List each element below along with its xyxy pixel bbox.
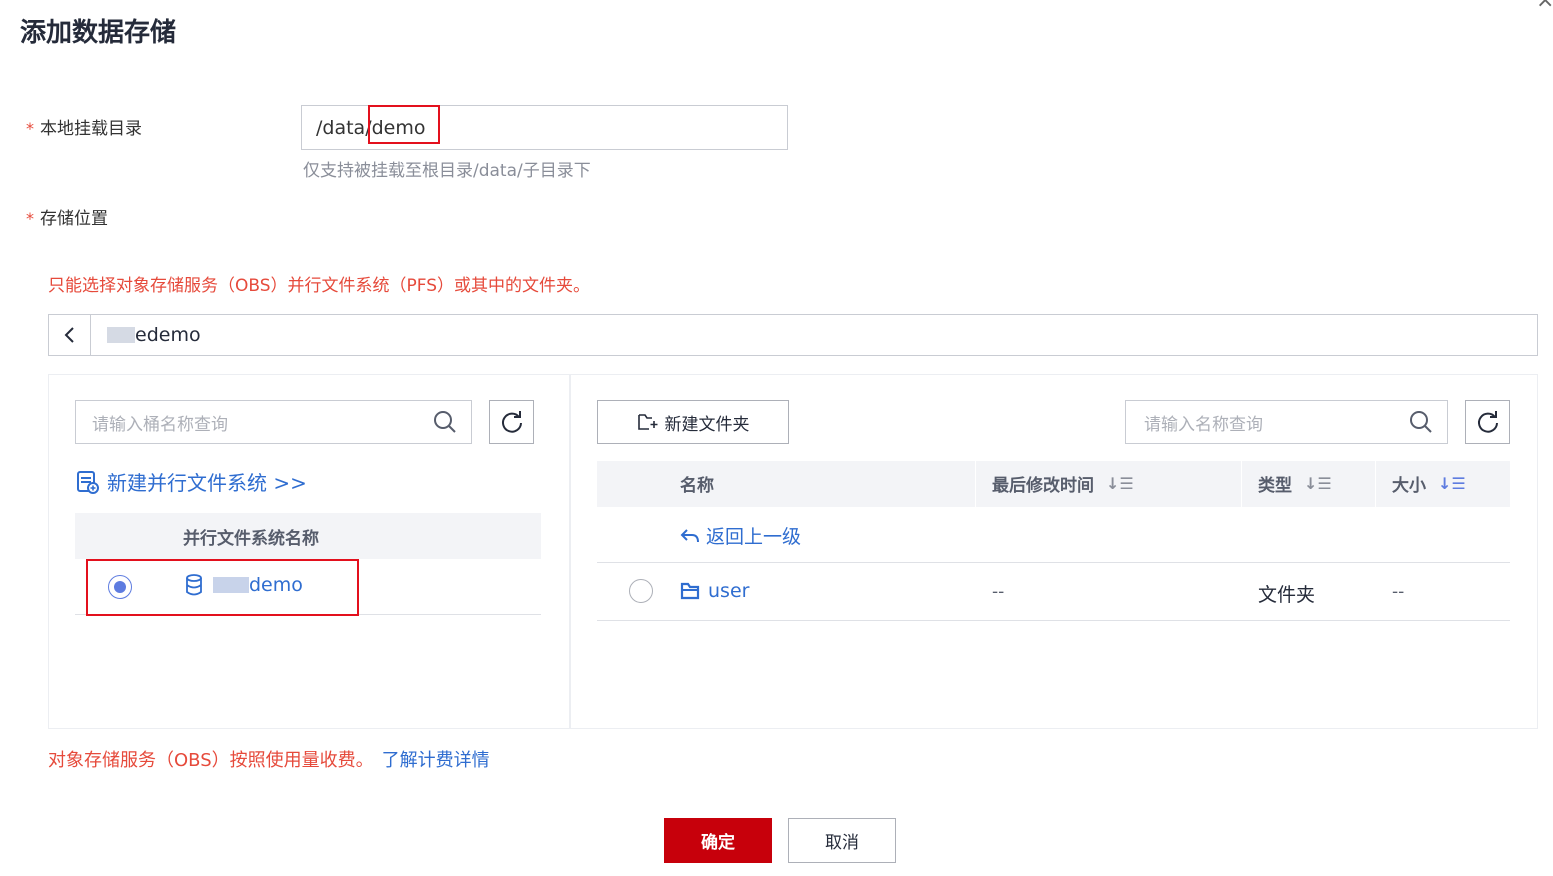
pfs-create-icon — [77, 470, 99, 494]
back-link[interactable]: 返回上一级 — [680, 522, 801, 549]
pfs-column-name: 并行文件系统名称 — [183, 528, 319, 549]
col-size-label: 大小 — [1392, 476, 1426, 496]
path-bar: edemo — [48, 314, 1538, 356]
mount-label: 本地挂载目录 — [40, 119, 142, 139]
selection-highlight — [86, 559, 359, 616]
create-pfs-link[interactable]: 新建并行文件系统 >> — [75, 467, 307, 496]
new-folder-icon — [637, 414, 657, 430]
mount-hint: 仅支持被挂载至根目录/data/子目录下 — [303, 161, 591, 181]
object-row-modified: -- — [992, 582, 1005, 602]
path-back-button[interactable] — [49, 315, 91, 355]
back-link-label: 返回上一级 — [706, 526, 802, 548]
mount-label-row: * 本地挂载目录 — [26, 114, 142, 139]
sort-icon[interactable]: ↓☰ — [1304, 474, 1332, 493]
cancel-button[interactable]: 取消 — [788, 818, 896, 863]
refresh-icon — [1477, 411, 1498, 433]
storage-warning: 只能选择对象存储服务（OBS）并行文件系统（PFS）或其中的文件夹。 — [48, 276, 591, 296]
new-folder-button[interactable]: 新建文件夹 — [597, 400, 789, 444]
object-search-placeholder: 请输入名称查询 — [1144, 414, 1263, 435]
storage-label-row: * 存储位置 — [26, 204, 108, 229]
dialog-title: 添加数据存储 — [20, 18, 177, 48]
col-modified-label: 最后修改时间 — [992, 476, 1094, 496]
object-row-label: user — [708, 580, 750, 602]
required-star-icon: * — [26, 119, 34, 138]
column-divider — [975, 461, 976, 507]
col-name-header: 名称 — [680, 476, 714, 496]
mount-value-highlight — [368, 105, 440, 144]
sort-icon[interactable]: ↓☰ — [1106, 474, 1134, 493]
column-divider — [1241, 461, 1242, 507]
close-icon[interactable]: × — [1536, 0, 1553, 13]
create-pfs-label: 新建并行文件系统 >> — [107, 471, 307, 495]
redacted-block — [107, 327, 135, 343]
column-divider — [1375, 461, 1376, 507]
bucket-search-placeholder: 请输入桶名称查询 — [92, 414, 228, 435]
object-row-radio[interactable] — [629, 579, 653, 603]
refresh-icon — [501, 411, 522, 433]
mount-prefix: /data/ — [316, 116, 372, 139]
storage-label: 存储位置 — [40, 209, 108, 229]
object-refresh-button[interactable] — [1465, 400, 1510, 444]
required-star-icon: * — [26, 209, 34, 228]
sort-icon[interactable]: ↓☰ — [1438, 474, 1466, 493]
back-arrow-icon — [680, 528, 699, 542]
object-search-input[interactable]: 请输入名称查询 — [1125, 400, 1448, 444]
search-icon[interactable] — [1409, 410, 1433, 434]
col-size-header[interactable]: 大小 ↓☰ — [1392, 471, 1466, 496]
object-row-type: 文件夹 — [1258, 584, 1316, 606]
billing-note: 对象存储服务（OBS）按照使用量收费。 — [48, 750, 374, 771]
object-row-name[interactable]: user — [680, 580, 749, 602]
object-row-size: -- — [1392, 582, 1405, 602]
bucket-search-input[interactable]: 请输入桶名称查询 — [75, 400, 472, 444]
confirm-button[interactable]: 确定 — [664, 818, 772, 863]
bucket-refresh-button[interactable] — [489, 400, 534, 444]
new-folder-label: 新建文件夹 — [664, 414, 750, 435]
path-text: edemo — [91, 324, 201, 346]
col-modified-header[interactable]: 最后修改时间 ↓☰ — [992, 471, 1134, 496]
col-type-label: 类型 — [1258, 476, 1292, 496]
folder-icon — [680, 582, 700, 600]
billing-row: 对象存储服务（OBS）按照使用量收费。 了解计费详情 — [48, 746, 490, 772]
path-suffix: edemo — [135, 324, 201, 346]
billing-link[interactable]: 了解计费详情 — [382, 750, 490, 771]
search-icon[interactable] — [433, 410, 457, 434]
col-type-header[interactable]: 类型 ↓☰ — [1258, 471, 1332, 496]
chevron-left-icon — [64, 327, 74, 343]
pfs-table-header: 并行文件系统名称 — [75, 513, 541, 559]
